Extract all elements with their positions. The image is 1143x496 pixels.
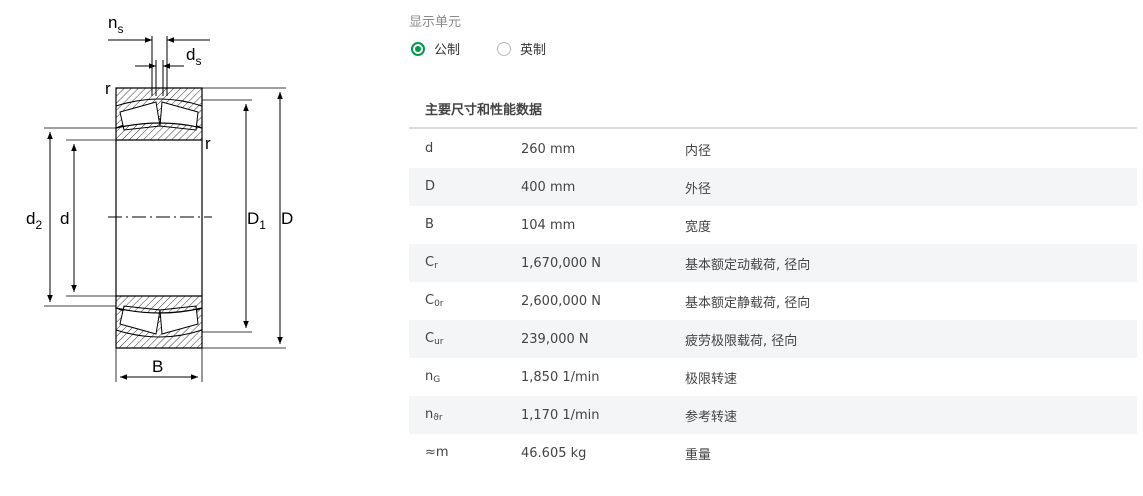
- row-symbol: d: [425, 141, 434, 156]
- row-symbol: B: [425, 217, 434, 232]
- label-r-mid: r: [205, 134, 211, 153]
- row-description: 外径: [685, 181, 712, 197]
- row-description: 疲劳极限载荷, 径向: [685, 333, 798, 349]
- row-description: 宽度: [685, 219, 712, 235]
- label-B: B: [152, 357, 163, 376]
- display-unit-label: 显示单元: [409, 15, 462, 30]
- row-description: 基本额定静载荷, 径向: [685, 295, 811, 311]
- row-symbol: ≈m: [425, 445, 449, 460]
- label-ns: ns: [108, 13, 123, 36]
- table-row: D 400 mm 外径: [409, 168, 1137, 206]
- table-row: C0r 2,600,000 N 基本额定静载荷, 径向: [409, 282, 1137, 320]
- row-symbol: C0r: [425, 293, 444, 309]
- row-description: 重量: [685, 447, 712, 463]
- label-D: D: [281, 209, 293, 228]
- row-value: 239,000 N: [521, 331, 589, 347]
- label-r-top: r: [105, 79, 111, 98]
- row-symbol: Cr: [425, 255, 438, 271]
- row-description: 极限转速: [685, 371, 738, 387]
- table-row: d 260 mm 内径: [409, 130, 1137, 168]
- row-symbol: D: [425, 179, 436, 194]
- row-value: 2,600,000 N: [521, 293, 602, 309]
- row-value: 104 mm: [521, 217, 576, 233]
- row-value: 400 mm: [521, 179, 576, 195]
- row-symbol: nϑr: [425, 407, 443, 423]
- table-divider: [409, 127, 1137, 129]
- inner-ring-bottom: [115, 295, 203, 314]
- inner-ring-top: [115, 122, 203, 141]
- table-row: nϑr 1,170 1/min 参考转速: [409, 396, 1137, 434]
- row-description: 内径: [685, 143, 712, 159]
- radio-checked-icon: [411, 41, 425, 56]
- radio-unchecked-icon: [497, 41, 511, 56]
- radio-imperial-label: 英制: [520, 43, 547, 58]
- row-value: 46.605 kg: [521, 445, 587, 461]
- radio-imperial[interactable]: 英制: [497, 39, 546, 58]
- radio-metric-label: 公制: [434, 43, 461, 58]
- table-row: ≈m 46.605 kg 重量: [409, 434, 1137, 472]
- row-symbol: Cur: [425, 331, 444, 347]
- table-title: 主要尺寸和性能数据: [425, 103, 543, 118]
- table-row: Cur 239,000 N 疲劳极限载荷, 径向: [409, 320, 1137, 358]
- label-d: d: [60, 209, 69, 228]
- spec-table: d 260 mm 内径 D 400 mm 外径 B 104 mm 宽度 Cr 1…: [409, 130, 1137, 472]
- row-symbol: nG: [425, 369, 441, 385]
- label-D1: D1: [247, 209, 266, 232]
- row-value: 1,850 1/min: [521, 369, 600, 385]
- label-ds: ds: [186, 45, 201, 68]
- row-value: 260 mm: [521, 141, 576, 157]
- row-value: 1,170 1/min: [521, 407, 600, 423]
- table-row: B 104 mm 宽度: [409, 206, 1137, 244]
- table-row: Cr 1,670,000 N 基本额定动载荷, 径向: [409, 244, 1137, 282]
- row-value: 1,670,000 N: [521, 255, 602, 271]
- table-row: nG 1,850 1/min 极限转速: [409, 358, 1137, 396]
- row-description: 基本额定动载荷, 径向: [685, 257, 811, 273]
- radio-metric[interactable]: 公制: [411, 39, 460, 58]
- label-d2: d2: [26, 209, 42, 232]
- bearing-drawing: ns ds r r d2 d D1 D B: [26, 13, 293, 382]
- row-description: 参考转速: [685, 409, 738, 425]
